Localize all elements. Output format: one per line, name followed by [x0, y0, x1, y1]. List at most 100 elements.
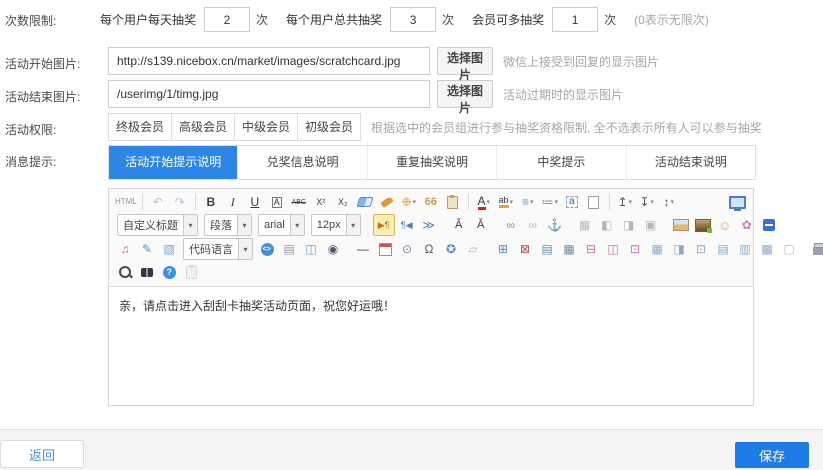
paragraph-space-bottom-icon[interactable]: ↧▾ — [637, 192, 657, 212]
member-extra-input[interactable] — [552, 7, 598, 32]
format-brush-icon[interactable] — [377, 192, 397, 212]
member-btn-senior[interactable]: 高级会员 — [171, 113, 235, 141]
find-replace-icon[interactable] — [137, 262, 157, 282]
end-image-pick-button[interactable]: 选择图片 — [437, 80, 493, 108]
paste-icon[interactable] — [181, 262, 201, 282]
font-family-select[interactable]: arial▾ — [258, 214, 305, 236]
paste-plain-icon[interactable] — [443, 192, 463, 212]
print-icon[interactable] — [809, 239, 823, 259]
columns-icon[interactable]: ◫ — [301, 239, 321, 259]
font-border-icon[interactable]: A — [267, 192, 287, 212]
unordered-list-icon[interactable]: ≔▾ — [540, 192, 560, 212]
font-size-select[interactable]: 12px▾ — [311, 214, 361, 236]
split-row-icon[interactable]: ▤ — [713, 239, 733, 259]
to-uppercase-icon[interactable]: Â — [449, 215, 469, 235]
eraser-icon[interactable] — [355, 192, 375, 212]
insert-row-icon[interactable]: ⊟ — [581, 239, 601, 259]
back-button[interactable]: 返回 — [0, 440, 84, 468]
ordered-list-icon[interactable]: ≡▾ — [518, 192, 538, 212]
link-icon[interactable]: ∞ — [501, 215, 521, 235]
music-icon[interactable]: ♫ — [115, 239, 135, 259]
insert-date-icon[interactable] — [375, 239, 395, 259]
image-left-icon[interactable]: ◧ — [597, 215, 617, 235]
custom-title-select[interactable]: 自定义标题▾ — [117, 214, 198, 236]
end-image-input[interactable] — [108, 80, 430, 108]
image-center-icon[interactable]: ▣ — [641, 215, 661, 235]
tab-winning-tip[interactable]: 中奖提示 — [496, 146, 625, 179]
per-day-input[interactable] — [204, 7, 250, 32]
insert-table-icon[interactable]: ⊞ — [493, 239, 513, 259]
paragraph-space-top-icon[interactable]: ↥▾ — [615, 192, 635, 212]
font-color-icon[interactable]: A▾ — [474, 192, 494, 212]
bold-icon[interactable]: B — [201, 192, 221, 212]
tab-repeat-draw[interactable]: 重复抽奖说明 — [367, 146, 496, 179]
ordered-list-icon: ≡ — [522, 196, 529, 208]
tab-redeem-info[interactable]: 兑奖信息说明 — [237, 146, 366, 179]
horizontal-rule-icon[interactable]: — — [353, 239, 373, 259]
editor-content-area[interactable]: 亲，请点击进入刮刮卡抽奖活动页面，祝您好运哦！ — [109, 287, 753, 422]
source-code-icon[interactable]: HTML — [115, 192, 137, 212]
redo-icon[interactable]: ↷ — [170, 192, 190, 212]
highlight-color-icon[interactable]: ab▾ — [496, 192, 516, 212]
map-icon[interactable]: ▧ — [159, 239, 179, 259]
image-manager-icon[interactable] — [693, 215, 713, 235]
delete-row-icon[interactable]: ⊡ — [625, 239, 645, 259]
anchor-blue-icon[interactable]: ⚓ — [545, 215, 565, 235]
table-caption-icon[interactable]: ▤ — [537, 239, 557, 259]
line-height-icon[interactable]: ↕▾ — [659, 192, 679, 212]
insert-code-icon[interactable] — [257, 239, 277, 259]
member-btn-ultimate[interactable]: 终极会员 — [108, 113, 172, 141]
blockquote-icon[interactable]: 66 — [421, 192, 441, 212]
ltr-icon[interactable]: ▶¶ — [373, 214, 395, 236]
split-cells-icon[interactable]: ▩ — [757, 239, 777, 259]
insert-time-icon[interactable]: ⊙ — [397, 239, 417, 259]
code-paste-icon[interactable]: ▤ — [279, 239, 299, 259]
start-image-pick-button[interactable]: 选择图片 — [437, 47, 493, 75]
undo-icon[interactable]: ↶ — [148, 192, 168, 212]
total-input[interactable] — [390, 7, 436, 32]
merge-down-icon[interactable]: ⊡ — [691, 239, 711, 259]
insert-video-icon[interactable] — [759, 215, 779, 235]
unlink-icon[interactable]: ∞ — [523, 215, 543, 235]
code-language-select[interactable]: 代码语言▾ — [183, 238, 253, 260]
superscript-icon: X² — [316, 198, 325, 207]
page-doc-icon[interactable]: ▢ — [779, 239, 799, 259]
search-icon[interactable] — [115, 262, 135, 282]
autotypeset-icon[interactable]: ❉▾ — [399, 192, 419, 212]
paragraph-select[interactable]: 段落▾ — [204, 214, 252, 236]
merge-right-icon[interactable]: ◨ — [669, 239, 689, 259]
stamp-icon[interactable]: ✪ — [441, 239, 461, 259]
member-btn-middle[interactable]: 中级会员 — [234, 113, 298, 141]
merge-cells-icon[interactable]: ▦ — [647, 239, 667, 259]
new-page-icon[interactable] — [584, 192, 604, 212]
image-default-icon[interactable]: ▦ — [575, 215, 595, 235]
frame-icon[interactable]: ▱ — [463, 239, 483, 259]
underline-icon[interactable]: U — [245, 192, 265, 212]
tab-activity-start-tip[interactable]: 活动开始提示说明 — [109, 146, 237, 179]
scrawl-icon[interactable]: ✿ — [737, 215, 757, 235]
emotion-icon[interactable]: ☺ — [715, 215, 735, 235]
help-icon[interactable] — [159, 262, 179, 282]
split-col-icon[interactable]: ▥ — [735, 239, 755, 259]
italic-icon[interactable]: I — [223, 192, 243, 212]
attachment-icon[interactable]: ✎ — [137, 239, 157, 259]
member-btn-junior[interactable]: 初级会员 — [297, 113, 361, 141]
insert-col-icon[interactable]: ◫ — [603, 239, 623, 259]
tab-activity-end[interactable]: 活动结束说明 — [626, 146, 755, 179]
special-chars-icon[interactable]: Ω — [419, 239, 439, 259]
anchor-icon[interactable]: a — [562, 192, 582, 212]
to-lowercase-icon[interactable]: Ǎ — [471, 215, 491, 235]
strikethrough-icon[interactable]: ABC — [289, 192, 309, 212]
superscript-icon[interactable]: X² — [311, 192, 331, 212]
save-button[interactable]: 保存 — [735, 442, 809, 468]
table-title-icon[interactable]: ▦ — [559, 239, 579, 259]
rtl-icon[interactable]: ¶◀ — [397, 215, 417, 235]
start-image-input[interactable] — [108, 47, 430, 75]
image-right-icon[interactable]: ◨ — [619, 215, 639, 235]
fullscreen-icon[interactable] — [727, 192, 747, 212]
delete-table-icon[interactable]: ⊠ — [515, 239, 535, 259]
insert-image-icon[interactable] — [671, 215, 691, 235]
subscript-icon[interactable]: X₂ — [333, 192, 353, 212]
screenshot-icon[interactable]: ◉ — [323, 239, 343, 259]
indent-icon[interactable]: ≫ — [419, 215, 439, 235]
